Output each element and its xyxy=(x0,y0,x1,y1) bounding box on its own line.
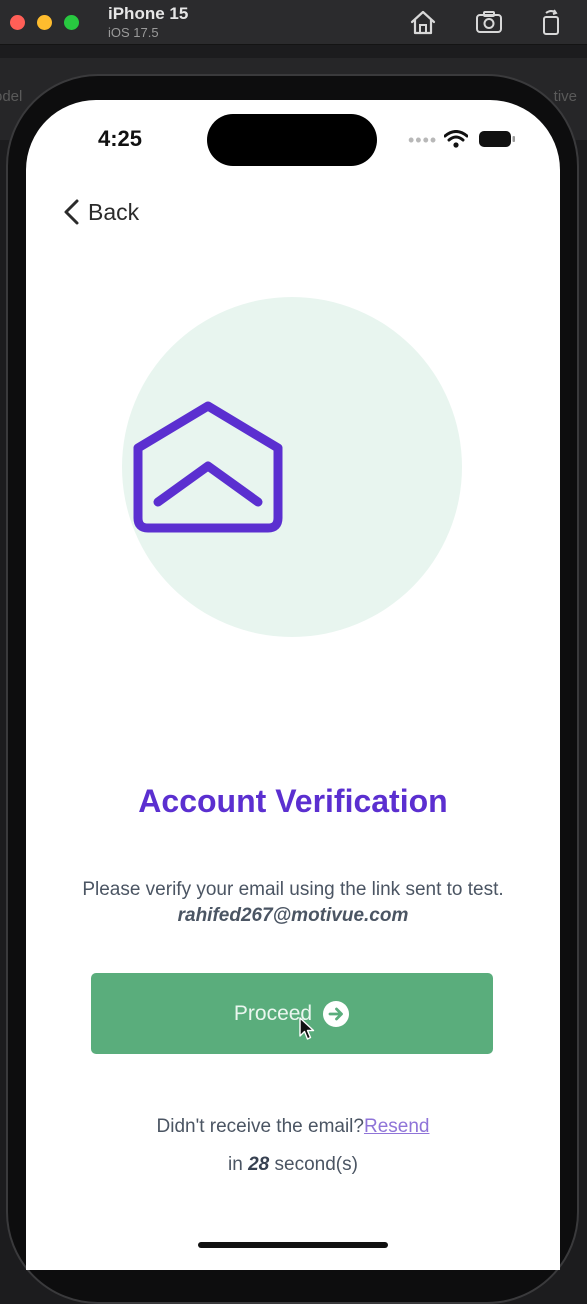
timer-count: 28 xyxy=(248,1154,270,1175)
signal-dots: •••• xyxy=(408,130,438,150)
proceed-button[interactable]: Proceed xyxy=(91,973,493,1054)
dynamic-island xyxy=(207,114,377,166)
home-icon[interactable] xyxy=(408,7,438,37)
back-label: Back xyxy=(88,198,140,225)
back-button[interactable]: Back xyxy=(62,194,139,230)
page-title: Account Verification xyxy=(138,783,448,819)
envelope-open-icon xyxy=(133,401,283,533)
home-indicator xyxy=(198,1242,388,1248)
background-text-right: tive xyxy=(553,88,577,105)
battery-icon xyxy=(479,131,515,147)
wifi-icon xyxy=(444,130,468,148)
description-text: Please verify your email using the link … xyxy=(82,879,504,900)
timer-suffix: second(s) xyxy=(269,1154,358,1175)
email-address: rahifed267@motivue.com xyxy=(177,905,409,926)
os-version: iOS 17.5 xyxy=(108,25,159,40)
resend-timer: in 28 second(s) xyxy=(26,1154,560,1176)
status-time: 4:25 xyxy=(98,126,143,151)
chevron-left-icon xyxy=(64,199,79,225)
mouse-cursor-icon xyxy=(299,1017,315,1040)
rotate-icon[interactable] xyxy=(536,7,566,37)
arrow-right-circle-icon xyxy=(323,1000,350,1027)
minimize-window-button[interactable] xyxy=(37,15,52,30)
zoom-window-button[interactable] xyxy=(64,15,79,30)
device-name: iPhone 15 xyxy=(108,4,189,23)
resend-link[interactable]: Resend xyxy=(364,1116,430,1137)
close-window-button[interactable] xyxy=(10,15,25,30)
phone-screen: 4:25 •••• Back Account Verification Plea… xyxy=(26,100,560,1270)
verification-description: Please verify your email using the link … xyxy=(76,877,510,929)
resend-row: Didn't receive the email?Resend xyxy=(26,1116,560,1138)
background-text-left: odel xyxy=(0,88,23,105)
screenshot-icon[interactable] xyxy=(474,7,504,37)
simulator-titlebar: iPhone 15 iOS 17.5 xyxy=(0,0,587,45)
resend-prompt: Didn't receive the email? xyxy=(156,1116,364,1137)
timer-prefix: in xyxy=(228,1154,249,1175)
